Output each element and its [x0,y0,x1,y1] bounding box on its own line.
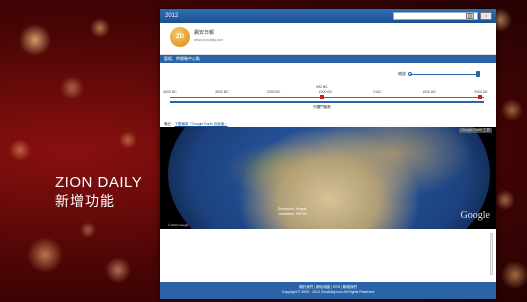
note-prefix: 備註： [164,122,175,126]
scrollbar[interactable] [490,233,493,275]
timeline: 縮放 4000 BC 3000 BC 2000 BC 1000 BC 0 AD … [160,63,496,121]
location-detail: Jerusalem, 992 BC [278,212,308,216]
timeline-range-bar[interactable] [170,101,484,103]
location-caption: Solomon's Temple Jerusalem, 992 BC [278,207,308,217]
logo-url: www.ziondaily.com [194,38,224,42]
marker-label: 992 BC [316,85,328,89]
title-bar: 2012 ⌂ [160,9,496,23]
logo-name: 錫安日報 [194,30,215,36]
caption: ZION DAILY 新增功能 [55,174,142,210]
timeline-end-marker[interactable] [478,95,482,99]
tick-label: 1000 AD [422,90,436,94]
zoom-slider[interactable] [410,74,476,75]
caption-subtitle: 新增功能 [55,193,115,209]
site-logo[interactable]: ZD [170,27,190,47]
section-title: 聖經、時間軸中心點 [160,55,496,63]
globe-image[interactable] [168,127,490,229]
search-icon [467,14,472,18]
zoom-label: 縮放 [398,71,406,76]
logo-mark: ZD [176,34,184,40]
search-go-button[interactable] [466,13,474,19]
tick-label: 1000 BC [318,90,333,94]
browser-window: 2012 ⌂ ZD 錫安日報 www.ziondaily.com 聖經、時間軸中… [160,9,496,299]
google-earth-download-link[interactable]: 下載最新「Google Earth 出版值」 [175,122,228,126]
google-logo: Google [460,210,490,221]
google-earth-view[interactable]: Google Earth 工具 Solomon's Temple Jerusal… [160,127,496,229]
tick-label: 3000 BC [214,90,229,94]
content-area [160,229,496,281]
timeline-axis [170,97,484,98]
site-header: ZD 錫安日報 www.ziondaily.com [160,23,496,55]
logo-text: 錫安日報 www.ziondaily.com [194,30,223,44]
tick-label: 0 AD [373,90,382,94]
zoom-knob[interactable] [476,71,480,77]
footer-copyright: Copyright © 2009 - 2012 ZionDaily.com Al… [281,290,375,294]
login-button[interactable]: ⌂ [480,12,492,20]
tick-label: 2000 BC [266,90,281,94]
range-label: 所羅門聖殿 [313,105,331,109]
timeline-marker[interactable] [320,95,324,99]
tick-label: 2000 AD [474,90,488,94]
tick-label: 4000 BC [163,90,177,94]
site-footer: 關於我們 | 網站地圖 | RSS | 聯絡我們 Copyright © 200… [160,282,496,299]
earth-tools-button[interactable]: Google Earth 工具 [459,128,492,133]
window-title: 2012 [165,13,179,19]
map-copyright: © 2012 Google [168,223,189,227]
caption-title: ZION DAILY [55,174,143,191]
